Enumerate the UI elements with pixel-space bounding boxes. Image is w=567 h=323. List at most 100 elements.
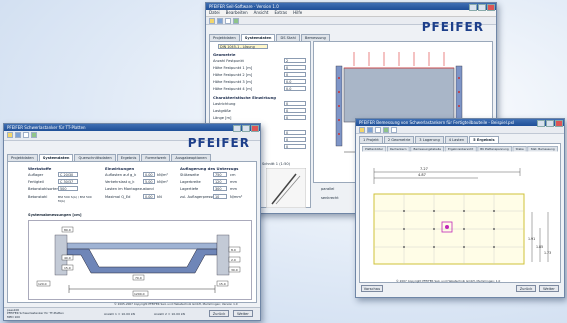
- cable-sketch: [266, 168, 306, 208]
- close-button[interactable]: [251, 125, 259, 132]
- unit: N/mm²: [230, 195, 243, 199]
- field-label: Lagertiefe: [180, 187, 199, 191]
- dim-label: 1200.0: [134, 292, 145, 296]
- tab-querschnittsdaten[interactable]: Querschnittsdaten: [74, 154, 116, 161]
- right-window[interactable]: PFEIFER Bemessung von Schwerlastankern f…: [355, 118, 565, 298]
- tab-lagerung[interactable]: 3 Lagerung: [415, 136, 444, 143]
- field-input[interactable]: 0: [284, 101, 306, 106]
- zoom-icon[interactable]: [391, 127, 397, 133]
- subtab[interactable]: Stat. Bemessung: [527, 146, 558, 152]
- tab-projektdaten[interactable]: Projektdaten: [7, 154, 38, 161]
- close-button[interactable]: [487, 4, 495, 11]
- field-label: Höhe Festpunkt 3 [m]: [213, 80, 253, 84]
- dim-side-1: 1.91: [528, 237, 535, 241]
- drawing-label: Schnitt 1 (1:50): [262, 162, 291, 166]
- save-icon[interactable]: [367, 127, 373, 133]
- dim-top-2: 4.87: [418, 173, 426, 177]
- open-icon[interactable]: [359, 127, 365, 133]
- unit: mm: [230, 180, 238, 184]
- field-input[interactable]: 0: [284, 144, 306, 149]
- field-input[interactable]: 5.00: [143, 179, 155, 184]
- tab-projekt[interactable]: 1 Projekt: [359, 136, 383, 143]
- minimize-button[interactable]: [233, 125, 241, 132]
- back-button[interactable]: Zurück: [209, 310, 229, 317]
- right-window-titlebar[interactable]: PFEIFER Bemessung von Schwerlastankern f…: [356, 119, 564, 127]
- footer-anchor-2: Anzahl 2 = 10.00 kN: [154, 312, 185, 316]
- tab-systemdaten[interactable]: Systemdaten: [38, 154, 74, 161]
- field-input[interactable]: 0: [284, 108, 306, 113]
- tab-bemessung[interactable]: Bemessung: [300, 34, 330, 41]
- calc-icon[interactable]: [233, 18, 239, 24]
- tab-lasten[interactable]: 4 Lasten: [444, 136, 469, 143]
- open-icon[interactable]: [209, 18, 215, 24]
- field-label: Stützweite: [180, 173, 200, 177]
- preview-button[interactable]: Vorschau: [361, 285, 383, 292]
- menu-item[interactable]: Extras: [274, 10, 287, 16]
- tab-ds-stahl[interactable]: DS Stahl: [276, 34, 300, 41]
- tab-ergebnis[interactable]: 5 Ergebnis: [469, 136, 499, 143]
- maximize-button[interactable]: [478, 4, 486, 11]
- system-select[interactable]: DIN 1045-1 - Lösung: [218, 44, 268, 49]
- print-icon[interactable]: [225, 18, 231, 24]
- menu-item[interactable]: Ansicht: [254, 10, 269, 16]
- field-label: Höhe Festpunkt 4 [m]: [213, 87, 253, 91]
- subtab[interactable]: Bemessungstabelle: [410, 146, 445, 152]
- close-button[interactable]: [555, 120, 563, 127]
- maximize-button[interactable]: [242, 125, 250, 132]
- field-input[interactable]: 0: [284, 72, 306, 77]
- front-window-titlebar[interactable]: PFEIFER Schwerlastanker für TT-Platten: [4, 124, 260, 132]
- dim-label: 2.0: [231, 258, 236, 262]
- minimize-button[interactable]: [537, 120, 545, 127]
- subtab[interactable]: Plattenbilder: [362, 146, 387, 152]
- next-button[interactable]: Weiter: [539, 285, 559, 292]
- right-tabs: 1 Projekt 2 Geometrie 3 Lagerung 4 Laste…: [359, 136, 499, 143]
- back-window-titlebar[interactable]: PFEIFER Seil-Software · Version 1.0: [206, 3, 496, 11]
- field-input[interactable]: 0.0: [284, 86, 306, 91]
- save-icon[interactable]: [217, 18, 223, 24]
- subtab[interactable]: Stabe: [512, 146, 527, 152]
- field-input[interactable]: 0: [284, 115, 306, 120]
- menu-item[interactable]: Datei: [209, 10, 220, 16]
- field-input[interactable]: 0: [284, 65, 306, 70]
- field-input[interactable]: 300: [213, 186, 227, 191]
- calc-icon[interactable]: [383, 127, 389, 133]
- print-icon[interactable]: [375, 127, 381, 133]
- field-input[interactable]: 120: [213, 179, 227, 184]
- subtab[interactable]: Rechenkern: [386, 146, 410, 152]
- tab-projektdaten[interactable]: Projektdaten: [209, 34, 240, 41]
- field-label: Verkehrslast q_k: [105, 180, 135, 184]
- field-input[interactable]: 750: [213, 172, 227, 177]
- field-input[interactable]: 0.0: [284, 79, 306, 84]
- subtab[interactable]: Ergebnisübersicht: [444, 146, 477, 152]
- group-loads: Einwirkungen: [105, 166, 135, 171]
- maximize-button[interactable]: [546, 120, 554, 127]
- menu-item[interactable]: Hilfe: [293, 10, 302, 16]
- calc-icon[interactable]: [31, 132, 37, 138]
- menu-item[interactable]: Bearbeiten: [226, 10, 248, 16]
- field-input[interactable]: 10: [213, 194, 227, 199]
- field-input[interactable]: C 20/30: [58, 172, 78, 177]
- minimize-button[interactable]: [469, 4, 477, 11]
- next-button[interactable]: Weiter: [233, 310, 253, 317]
- front-window[interactable]: PFEIFER Schwerlastanker für TT-Platten P…: [3, 123, 261, 321]
- tab-ergebnis[interactable]: Ergebnis: [116, 154, 141, 161]
- field-label: Lastrichtung: [213, 102, 236, 106]
- field-input[interactable]: 2: [284, 58, 306, 63]
- field-input[interactable]: 500: [58, 186, 78, 191]
- field-input[interactable]: C 30/37: [58, 179, 78, 184]
- front-footer: pses100 PFEIFER Schwerlastanker für TT-P…: [4, 307, 260, 320]
- save-icon[interactable]: [15, 132, 21, 138]
- tab-geometrie[interactable]: 2 Geometrie: [383, 136, 415, 143]
- field-label: Maximal Q_Ed: [105, 195, 131, 199]
- tab-formelwerk[interactable]: Formelwerk: [141, 154, 171, 161]
- back-button[interactable]: Zurück: [516, 285, 536, 292]
- field-input[interactable]: 0.00: [143, 194, 155, 199]
- print-icon[interactable]: [23, 132, 29, 138]
- field-input[interactable]: 0: [284, 137, 306, 142]
- tab-systemdaten[interactable]: Systemdaten: [240, 34, 276, 41]
- open-icon[interactable]: [7, 132, 13, 138]
- tab-ausgabeoptionen[interactable]: Ausgabeoptionen: [171, 154, 211, 161]
- subtab[interactable]: BK Plattenspannung: [477, 146, 512, 152]
- field-input[interactable]: 0.00: [143, 172, 155, 177]
- field-input[interactable]: 0: [284, 130, 306, 135]
